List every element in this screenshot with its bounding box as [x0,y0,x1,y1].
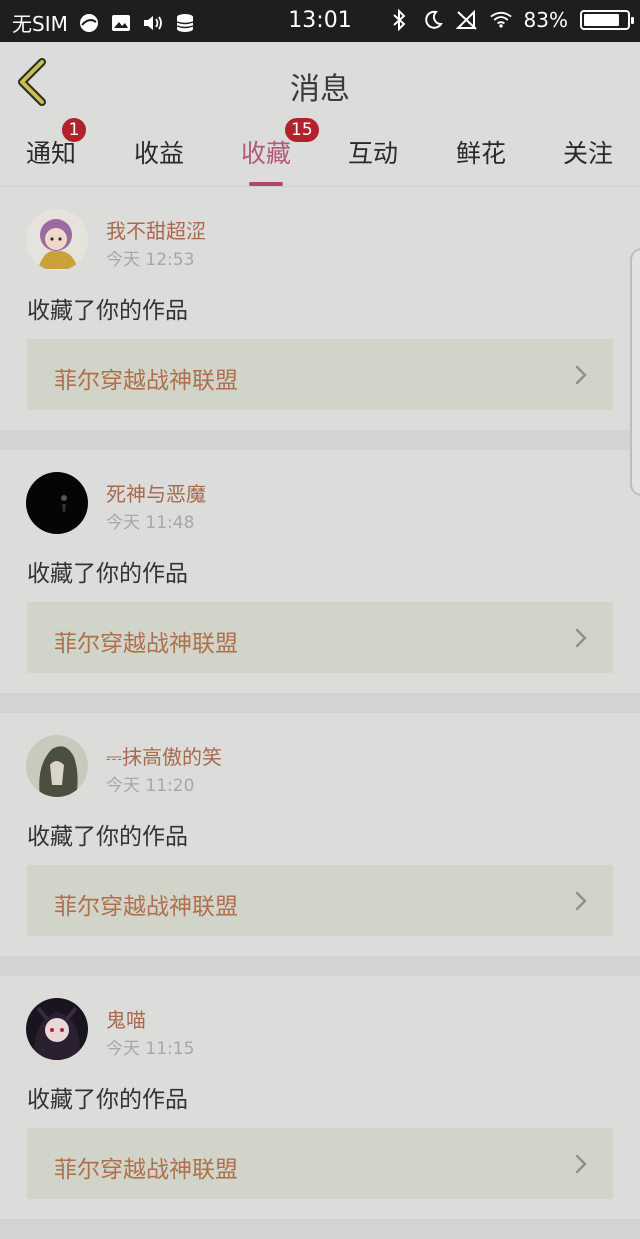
battery-level-fill [584,14,619,26]
work-link[interactable]: 菲尔穿越战神联盟 [27,1128,613,1199]
username[interactable]: 鬼喵 [106,1004,146,1033]
tab-label: 收益 [133,139,184,168]
edge-swipe-handle[interactable] [630,248,640,496]
tab-earnings[interactable]: 收益 [114,134,204,170]
tab-label: 互动 [347,139,398,168]
favorites-badge: 15 [285,118,319,142]
no-signal-icon [455,9,478,31]
tab-follows[interactable]: 关注 [543,134,633,170]
favorites-list: 我不甜超涩 今天 12:53 收藏了你的作品 菲尔穿越战神联盟 死神与恶魔 今天… [0,187,640,1239]
chevron-right-icon [575,628,587,648]
chevron-right-icon [575,365,587,385]
battery-icon [580,10,634,30]
action-text: 收藏了你的作品 [27,1087,188,1113]
work-title: 菲尔穿越战神联盟 [54,631,238,657]
list-item: 我不甜超涩 今天 12:53 收藏了你的作品 菲尔穿越战神联盟 [0,187,640,450]
tab-label: 关注 [562,139,613,168]
bluetooth-icon [388,9,410,31]
top-navigation-bar: 消息 [0,42,640,123]
tab-label: 通知 [25,139,76,168]
username[interactable]: ⎓抹高傲的笑 [106,741,222,770]
tab-label: 鲜花 [455,139,506,168]
work-title: 菲尔穿越战神联盟 [54,894,238,920]
action-text: 收藏了你的作品 [27,298,188,324]
list-item: ⎓抹高傲的笑 今天 11:20 收藏了你的作品 菲尔穿越战神联盟 [0,713,640,976]
username[interactable]: 我不甜超涩 [106,215,206,244]
battery-percent: 83% [523,8,568,32]
timestamp: 今天 11:48 [106,513,195,533]
avatar[interactable] [26,998,88,1060]
action-text: 收藏了你的作品 [27,824,188,850]
page-title: 消息 [290,72,350,107]
tab-flowers[interactable]: 鲜花 [436,134,526,170]
notification-badge: 1 [62,118,86,142]
tab-label: 收藏 [240,139,291,168]
wifi-icon [489,9,512,31]
do-not-disturb-moon-icon [422,9,444,31]
work-link[interactable]: 菲尔穿越战神联盟 [27,602,613,673]
work-link[interactable]: 菲尔穿越战神联盟 [27,865,613,936]
avatar[interactable] [26,735,88,797]
timestamp: 今天 11:20 [106,776,195,796]
avatar[interactable] [26,472,88,534]
username[interactable]: 死神与恶魔 [106,478,206,507]
work-title: 菲尔穿越战神联盟 [54,1157,238,1183]
status-bar: 无SIM 13:01 83% [0,0,640,42]
work-title: 菲尔穿越战神联盟 [54,368,238,394]
work-link[interactable]: 菲尔穿越战神联盟 [27,339,613,410]
chevron-right-icon [575,891,587,911]
chevron-right-icon [575,1154,587,1174]
message-tabs: 通知 1 收益 收藏 15 互动 鲜花 关注 [0,118,640,187]
list-item: 死神与恶魔 今天 11:48 收藏了你的作品 菲尔穿越战神联盟 [0,450,640,713]
timestamp: 今天 11:15 [106,1039,195,1059]
avatar[interactable] [26,209,88,271]
action-text: 收藏了你的作品 [27,561,188,587]
timestamp: 今天 12:53 [106,250,195,270]
tab-favorites[interactable]: 收藏 15 [221,118,319,186]
list-item: 鬼喵 今天 11:15 收藏了你的作品 菲尔穿越战神联盟 [0,976,640,1239]
active-tab-indicator [249,182,283,186]
tab-notifications[interactable]: 通知 1 [6,118,96,170]
tab-interactions[interactable]: 互动 [328,134,418,170]
